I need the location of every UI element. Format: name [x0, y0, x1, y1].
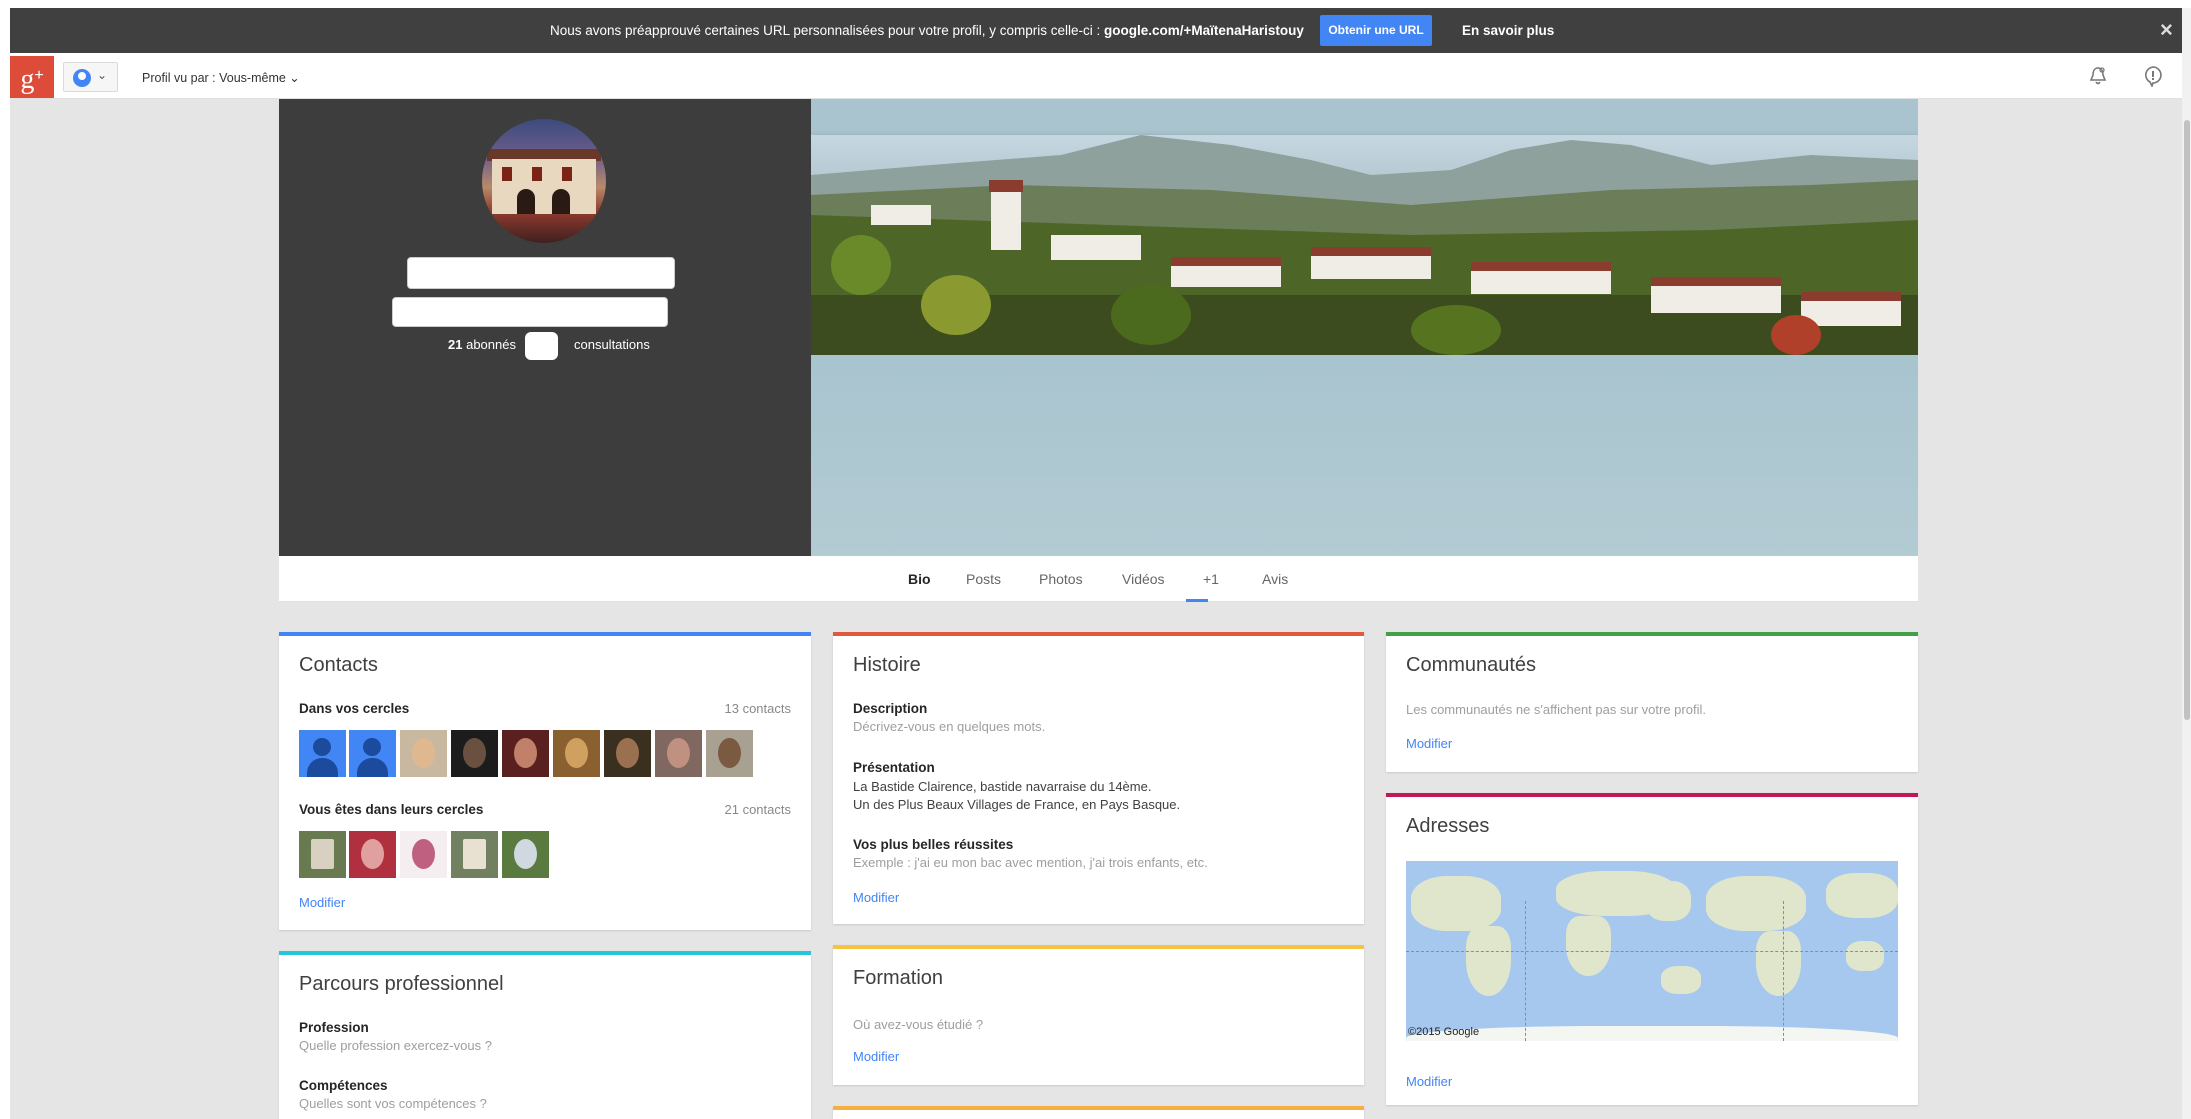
- map-credit: ©2015 Google: [1408, 1026, 1480, 1038]
- custom-url: google.com/+MaïtenaHaristouy: [1104, 23, 1304, 38]
- profile-photo[interactable]: [482, 119, 606, 243]
- active-tab-indicator: [1186, 599, 1208, 602]
- education-hint[interactable]: Où avez-vous étudié ?: [853, 1017, 983, 1032]
- url-notification-bar: Nous avons préapprouvé certaines URL per…: [10, 8, 2182, 53]
- window-top-edge: [0, 0, 2191, 8]
- card-accent-bar: [833, 1106, 1364, 1110]
- avatar[interactable]: [299, 730, 346, 777]
- notification-message-text: Nous avons préapprouvé certaines URL per…: [550, 23, 1105, 38]
- card-title: Adresses: [1406, 815, 1490, 837]
- views-count-redacted: [525, 332, 558, 360]
- their-circles-label: Vous êtes dans leurs cercles: [299, 802, 484, 817]
- notifications-icon[interactable]: [2086, 65, 2110, 89]
- avatar[interactable]: [451, 730, 498, 777]
- profile-tabs: Bio Posts Photos Vidéos +1 Avis: [279, 556, 1918, 602]
- addresses-map[interactable]: ©2015 Google: [1406, 861, 1898, 1041]
- description-hint[interactable]: Décrivez-vous en quelques mots.: [853, 719, 1045, 734]
- account-icon: [73, 69, 91, 87]
- card-accent-bar: [1386, 632, 1918, 636]
- in-circles-count[interactable]: 13 contacts: [725, 701, 792, 716]
- in-circles-label: Dans vos cercles: [299, 701, 410, 716]
- avatar[interactable]: [400, 730, 447, 777]
- card-accent-bar: [279, 951, 811, 955]
- presentation-line-2: Un des Plus Beaux Villages de France, en…: [853, 797, 1181, 812]
- cover-photo[interactable]: [811, 99, 1918, 556]
- communities-card: Communautés Les communautés ne s'affiche…: [1386, 632, 1918, 772]
- feedback-icon[interactable]: [2141, 65, 2165, 89]
- their-circles-count[interactable]: 21 contacts: [725, 802, 792, 817]
- avatar[interactable]: [502, 831, 549, 878]
- avatar[interactable]: [502, 730, 549, 777]
- card-accent-bar: [1386, 793, 1918, 797]
- profession-hint[interactable]: Quelle profession exercez-vous ?: [299, 1038, 492, 1053]
- avatar[interactable]: [349, 730, 396, 777]
- followers-label: abonnés: [466, 337, 516, 352]
- edit-addresses-link[interactable]: Modifier: [1406, 1074, 1452, 1089]
- chevron-down-icon: ⌄: [97, 68, 108, 82]
- contacts-card: Contacts Dans vos cercles 13 contacts Vo…: [279, 632, 811, 930]
- followers-count: 21: [448, 337, 463, 352]
- avatar[interactable]: [655, 730, 702, 777]
- presentation-line-1: La Bastide Clairence, bastide navarraise…: [853, 779, 1152, 794]
- career-card: Parcours professionnel Profession Quelle…: [279, 951, 811, 1119]
- tab-videos[interactable]: Vidéos: [1122, 571, 1165, 587]
- tab-plus-one[interactable]: +1: [1203, 571, 1219, 587]
- avatar[interactable]: [706, 730, 753, 777]
- card-accent-bar: [279, 632, 811, 636]
- close-icon[interactable]: ×: [2160, 17, 2173, 43]
- avatar[interactable]: [553, 730, 600, 777]
- views-label: consultations: [573, 337, 650, 352]
- addresses-card: Adresses ©2015 Google Modifier: [1386, 793, 1918, 1105]
- tab-reviews[interactable]: Avis: [1262, 571, 1288, 587]
- profile-name-redacted: [407, 257, 675, 289]
- tab-photos[interactable]: Photos: [1039, 571, 1083, 587]
- card-title: Formation: [853, 967, 944, 989]
- avatar[interactable]: [604, 730, 651, 777]
- viewed-by-dropdown[interactable]: Profil vu par : Vous-même ⌄: [142, 70, 300, 85]
- tab-posts[interactable]: Posts: [966, 571, 1001, 587]
- account-switcher-button[interactable]: ⌄: [63, 62, 118, 92]
- card-title: Contacts: [299, 654, 378, 676]
- card-title: Communautés: [1406, 654, 1537, 676]
- card-title: Histoire: [853, 654, 921, 676]
- profile-tagline-redacted: [392, 297, 668, 327]
- edit-story-link[interactable]: Modifier: [853, 890, 899, 905]
- top-app-bar: g+ ⌄ Profil vu par : Vous-même ⌄: [10, 53, 2182, 99]
- description-label: Description: [853, 701, 928, 716]
- skills-label: Compétences: [299, 1078, 388, 1093]
- edit-communities-link[interactable]: Modifier: [1406, 736, 1452, 751]
- google-plus-logo[interactable]: g+: [10, 56, 54, 98]
- their-circles-avatars: [299, 831, 559, 878]
- logo-letter: g: [20, 64, 35, 95]
- card-title: Parcours professionnel: [299, 973, 504, 995]
- learn-more-link[interactable]: En savoir plus: [1462, 23, 1554, 38]
- communities-hint: Les communautés ne s'affichent pas sur v…: [1406, 702, 1706, 717]
- edit-contacts-link[interactable]: Modifier: [299, 895, 345, 910]
- tab-bio[interactable]: Bio: [908, 571, 931, 587]
- achievements-label: Vos plus belles réussites: [853, 837, 1014, 852]
- notification-message: Nous avons préapprouvé certaines URL per…: [550, 23, 1304, 38]
- window-left-edge: [0, 0, 10, 1119]
- scrollbar-thumb[interactable]: [2184, 120, 2190, 720]
- avatar[interactable]: [349, 831, 396, 878]
- profession-label: Profession: [299, 1020, 369, 1035]
- next-card-partial: [833, 1106, 1364, 1119]
- story-card: Histoire Description Décrivez-vous en qu…: [833, 632, 1364, 924]
- card-accent-bar: [833, 632, 1364, 636]
- achievements-hint[interactable]: Exemple : j'ai eu mon bac avec mention, …: [853, 855, 1208, 870]
- presentation-label: Présentation: [853, 760, 935, 775]
- skills-hint[interactable]: Quelles sont vos compétences ?: [299, 1096, 487, 1111]
- avatar[interactable]: [451, 831, 498, 878]
- avatar[interactable]: [400, 831, 447, 878]
- in-circles-avatars: [299, 730, 759, 777]
- card-accent-bar: [833, 945, 1364, 949]
- get-url-button[interactable]: Obtenir une URL: [1320, 15, 1432, 46]
- edit-education-link[interactable]: Modifier: [853, 1049, 899, 1064]
- logo-plus: +: [34, 67, 44, 84]
- education-card: Formation Où avez-vous étudié ? Modifier: [833, 945, 1364, 1085]
- profile-header-panel: 21 abonnés consultations: [279, 99, 811, 556]
- avatar[interactable]: [299, 831, 346, 878]
